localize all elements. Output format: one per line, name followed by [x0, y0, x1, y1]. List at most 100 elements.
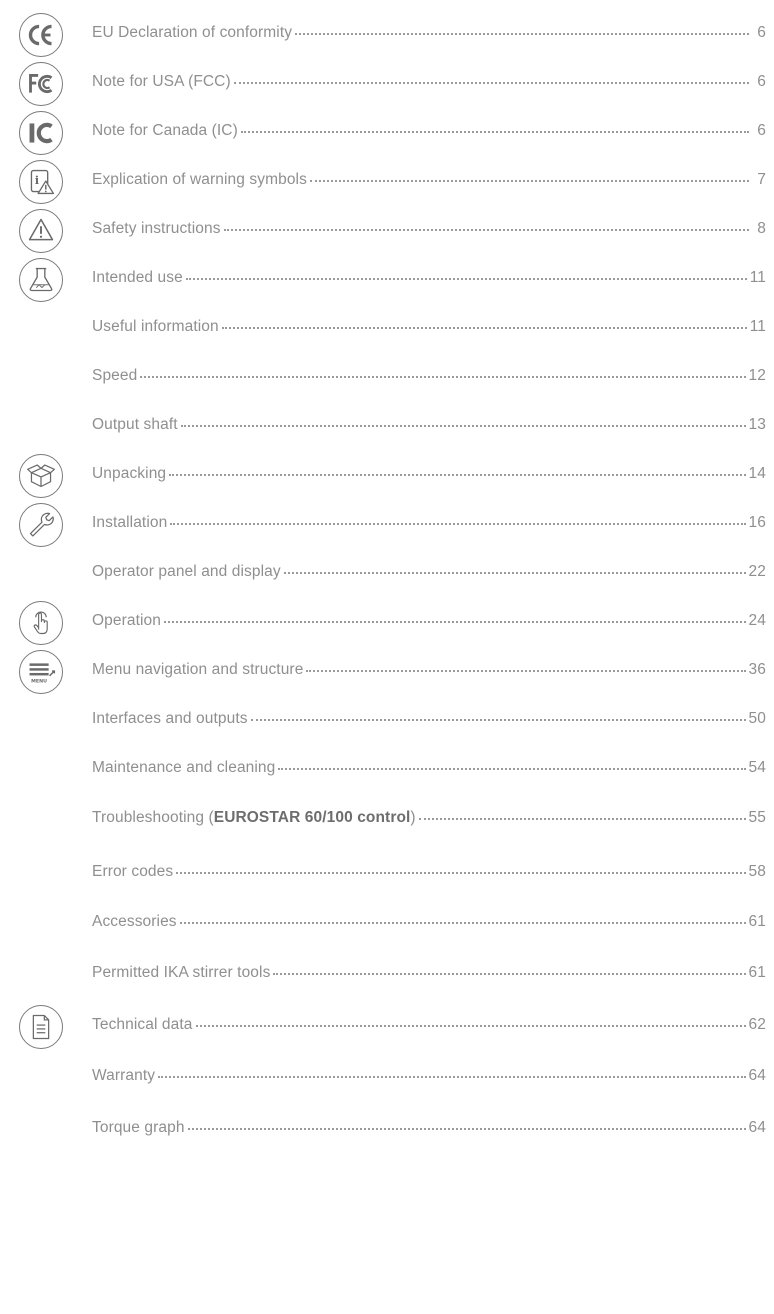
dot-leader — [418, 814, 746, 820]
toc-row[interactable]: Operator panel and display 22 — [0, 549, 774, 599]
toc-entry: Safety instructions 8 — [92, 220, 766, 242]
toc-title: Unpacking — [92, 465, 167, 482]
toc-row[interactable]: i Explication of warning symbols 7 — [0, 157, 774, 207]
dot-leader — [170, 519, 746, 525]
dot-leader — [273, 969, 746, 975]
toc-row[interactable]: Error codes 58 — [0, 849, 774, 899]
toc-row[interactable]: Accessories 61 — [0, 899, 774, 949]
toc-entry: Warranty 64 — [92, 1067, 766, 1089]
toc-entry: Technical data 62 — [92, 1016, 766, 1038]
toc-title: Note for Canada (IC) — [92, 122, 238, 139]
toc-row[interactable]: Safety instructions 8 — [0, 206, 774, 256]
toc-row[interactable]: Operation 24 — [0, 598, 774, 648]
toc-entry: Unpacking 14 — [92, 465, 766, 487]
info-warning-icon: i — [19, 160, 63, 204]
toc-title: Speed — [92, 367, 138, 384]
ic-mark-icon — [19, 111, 63, 155]
toc-title: Warranty — [92, 1067, 156, 1084]
toc-page-number: 64 — [748, 1067, 766, 1084]
toc-entry: Permitted IKA stirrer tools 61 — [92, 964, 766, 986]
toc-row[interactable]: Permitted IKA stirrer tools 61 — [0, 950, 774, 1000]
toc-row[interactable]: Intended use 11 — [0, 255, 774, 305]
fcc-mark-icon — [19, 62, 63, 106]
dot-leader — [223, 225, 749, 231]
toc-page-number: 64 — [748, 1119, 766, 1136]
dot-leader — [140, 372, 746, 378]
toc-row[interactable]: MENU Menu navigation and structure 36 — [0, 647, 774, 697]
toc-page-number: 61 — [748, 964, 766, 981]
toc-row[interactable]: Note for Canada (IC) 6 — [0, 108, 774, 158]
toc-page-number: 6 — [757, 122, 766, 139]
toc-title: Intended use — [92, 269, 183, 286]
dot-leader — [233, 78, 749, 84]
toc-row[interactable]: Output shaft 13 — [0, 402, 774, 452]
toc-title: Troubleshooting (EUROSTAR 60/100 control… — [92, 809, 416, 826]
toc-page-number: 8 — [757, 220, 766, 237]
toc-entry: Menu navigation and structure 36 — [92, 661, 766, 683]
toc-row[interactable]: Interfaces and outputs 50 — [0, 696, 774, 746]
toc-page-number: 12 — [748, 367, 766, 384]
toc-row[interactable]: Unpacking 14 — [0, 451, 774, 501]
dot-leader — [176, 868, 746, 874]
lab-flask-icon — [19, 258, 63, 302]
dot-leader — [195, 1021, 746, 1027]
toc-page-number: 54 — [748, 759, 766, 776]
toc-row[interactable]: Useful information 11 — [0, 304, 774, 354]
toc-page-number: 55 — [748, 809, 766, 826]
toc-page-number: 24 — [748, 612, 766, 629]
toc-row[interactable]: EU Declaration of conformity 6 — [0, 10, 774, 60]
dot-leader — [163, 617, 746, 623]
toc-row[interactable]: Warranty 64 — [0, 1053, 774, 1103]
toc-page-number: 50 — [748, 710, 766, 727]
dot-leader — [278, 764, 746, 770]
toc-entry: Installation 16 — [92, 514, 766, 536]
toc-title: Interfaces and outputs — [92, 710, 248, 727]
toc-entry: Useful information 11 — [92, 318, 766, 340]
toc-row[interactable]: Speed 12 — [0, 353, 774, 403]
dot-leader — [187, 1124, 746, 1130]
dot-leader — [240, 127, 749, 133]
toc-row[interactable]: Maintenance and cleaning 54 — [0, 745, 774, 795]
warning-triangle-icon — [19, 209, 63, 253]
wrench-icon — [19, 503, 63, 547]
toc-entry: Interfaces and outputs 50 — [92, 710, 766, 732]
menu-icon: MENU — [19, 650, 63, 694]
toc-entry: Intended use 11 — [92, 269, 766, 291]
toc-title: Installation — [92, 514, 168, 531]
toc-row[interactable]: Note for USA (FCC) 6 — [0, 59, 774, 109]
toc-title: Menu navigation and structure — [92, 661, 304, 678]
dot-leader — [158, 1072, 746, 1078]
toc-page-number: 16 — [748, 514, 766, 531]
toc-title: Safety instructions — [92, 220, 221, 237]
table-of-contents: EU Declaration of conformity 6 Note for … — [0, 0, 774, 1314]
toc-title: Output shaft — [92, 416, 178, 433]
toc-title: Accessories — [92, 913, 177, 930]
toc-page-number: 14 — [748, 465, 766, 482]
dot-leader — [221, 323, 747, 329]
dot-leader — [179, 918, 746, 924]
toc-entry: Troubleshooting (EUROSTAR 60/100 control… — [92, 809, 766, 831]
dot-leader — [295, 29, 749, 35]
toc-title: Error codes — [92, 863, 174, 880]
toc-page-number: 7 — [757, 171, 766, 188]
toc-row[interactable]: Installation 16 — [0, 500, 774, 550]
toc-title: Explication of warning symbols — [92, 171, 307, 188]
toc-title: Operation — [92, 612, 161, 629]
dot-leader — [185, 274, 747, 280]
svg-text:MENU: MENU — [31, 679, 47, 685]
product-name: EUROSTAR 60/100 control — [213, 809, 411, 826]
toc-entry: Maintenance and cleaning 54 — [92, 759, 766, 781]
toc-title: Torque graph — [92, 1119, 185, 1136]
toc-entry: Speed 12 — [92, 367, 766, 389]
toc-page-number: 22 — [748, 563, 766, 580]
toc-row[interactable]: Technical data 62 — [0, 1002, 774, 1052]
ce-mark-icon — [19, 13, 63, 57]
toc-page-number: 62 — [748, 1016, 766, 1033]
toc-page-number: 6 — [757, 73, 766, 90]
toc-title: Maintenance and cleaning — [92, 759, 276, 776]
toc-row[interactable]: Troubleshooting (EUROSTAR 60/100 control… — [0, 795, 774, 845]
toc-title: Technical data — [92, 1016, 193, 1033]
document-icon — [19, 1005, 63, 1049]
toc-row[interactable]: Torque graph 64 — [0, 1105, 774, 1155]
toc-entry: Error codes 58 — [92, 863, 766, 885]
